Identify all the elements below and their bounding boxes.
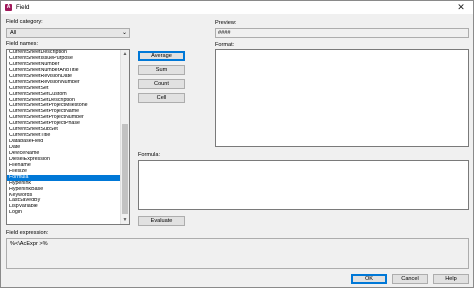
field-names-items: CurrentSheetDescription CurrentSheetIssue… <box>7 50 129 216</box>
formula-label: Formula: <box>138 152 161 158</box>
preview-field: #### <box>215 28 469 38</box>
field-expression-box[interactable]: %<\AcExpr >% <box>6 238 469 269</box>
chevron-down-icon: ⌄ <box>121 30 127 36</box>
count-button[interactable]: Count <box>138 79 185 89</box>
field-expression-label: Field expression: <box>6 230 49 236</box>
title-bar: A Field ✕ <box>1 1 473 14</box>
format-label: Format: <box>215 42 235 48</box>
scroll-up-icon[interactable]: ▲ <box>121 50 129 58</box>
ok-button[interactable]: OK <box>351 274 387 284</box>
help-button[interactable]: Help <box>433 274 469 284</box>
autocad-icon: A <box>5 4 12 11</box>
evaluate-button[interactable]: Evaluate <box>138 216 185 226</box>
average-button[interactable]: Average <box>138 51 185 61</box>
preview-label: Preview: <box>215 20 237 26</box>
formula-input[interactable] <box>138 160 469 210</box>
cell-button[interactable]: Cell <box>138 93 185 103</box>
field-dialog: A Field ✕ Field category: All ⌄ Field na… <box>0 0 474 288</box>
list-scrollbar[interactable]: ▲ ▼ <box>120 50 129 224</box>
field-names-list[interactable]: CurrentSheetDescription CurrentSheetIssue… <box>6 49 130 225</box>
field-category-value: All <box>10 30 17 36</box>
cancel-button[interactable]: Cancel <box>392 274 428 284</box>
field-category-dropdown[interactable]: All ⌄ <box>6 28 130 38</box>
field-names-label: Field names: <box>6 41 39 47</box>
scroll-down-icon[interactable]: ▼ <box>121 216 129 224</box>
list-item[interactable]: Login <box>7 210 121 216</box>
window-title: Field <box>16 4 30 11</box>
preview-value: #### <box>218 30 231 36</box>
field-category-label: Field category: <box>6 19 43 25</box>
scroll-thumb[interactable] <box>122 124 128 214</box>
sum-button[interactable]: Sum <box>138 65 185 75</box>
field-expression-value: %<\AcExpr >% <box>10 241 48 247</box>
close-icon[interactable]: ✕ <box>455 2 467 13</box>
format-list[interactable] <box>215 49 469 147</box>
